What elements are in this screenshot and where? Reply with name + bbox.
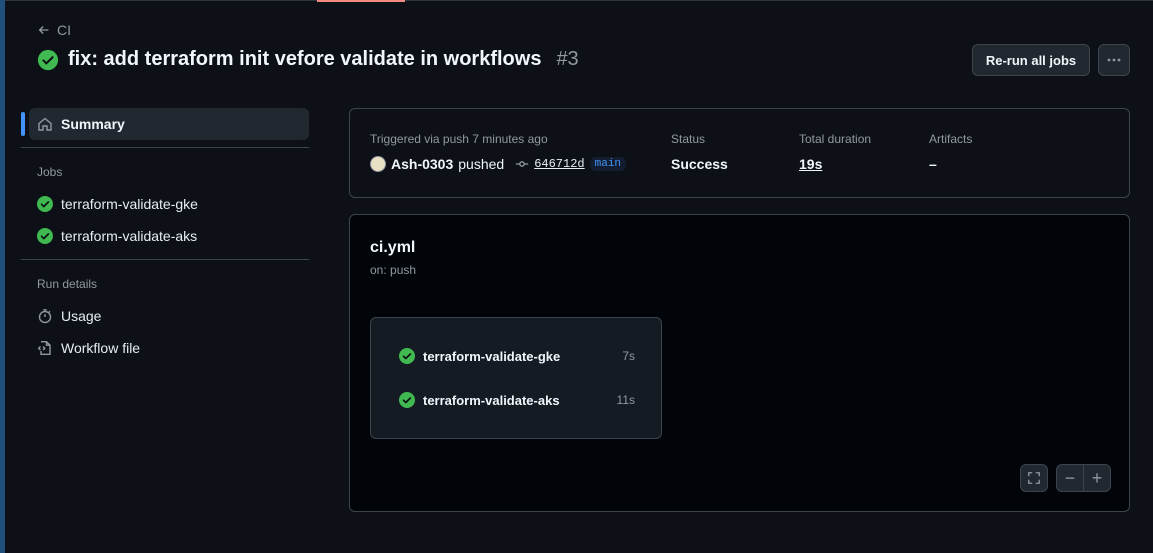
trigger-text: Triggered via push 7 minutes ago — [370, 132, 548, 146]
jobs-heading: Jobs — [37, 165, 63, 179]
sidebar-item-job[interactable]: terraform-validate-gke — [21, 188, 309, 220]
status-value: Success — [671, 156, 728, 172]
sidebar-item-label: terraform-validate-aks — [61, 228, 198, 244]
jobs-list: terraform-validate-gke terraform-validat… — [21, 188, 309, 252]
status-label: Status — [671, 132, 706, 146]
arrow-left-icon — [38, 26, 49, 34]
sidebar: Summary Jobs terraform-validate-gke terr… — [21, 108, 309, 364]
sidebar-item-workflow-file[interactable]: Workflow file — [21, 332, 309, 364]
run-title-row: fix: add terraform init vefore validate … — [37, 48, 579, 71]
sidebar-item-job[interactable]: terraform-validate-aks — [21, 220, 309, 252]
job-name: terraform-validate-gke — [423, 348, 561, 364]
run-details-list: Usage Workflow file — [21, 300, 309, 364]
sidebar-item-label: Summary — [61, 116, 125, 132]
run-summary-card: Triggered via push 7 minutes ago Ash-030… — [349, 108, 1130, 198]
back-link[interactable]: CI — [37, 22, 71, 38]
job-duration: 11s — [616, 393, 635, 407]
check-circle-icon — [37, 196, 53, 212]
avatar[interactable] — [370, 156, 386, 172]
file-code-icon — [37, 341, 51, 355]
sidebar-divider — [21, 259, 309, 260]
window-left-edge — [0, 0, 5, 553]
trigger-details: Ash-0303 pushed 646712d main — [370, 155, 627, 173]
stopwatch-icon — [38, 309, 52, 324]
graph-job-item[interactable]: terraform-validate-gke 7s — [399, 346, 635, 366]
rerun-all-jobs-button[interactable]: Re-run all jobs — [972, 44, 1090, 76]
more-options-button[interactable] — [1098, 44, 1130, 76]
status-column: Status Success — [671, 132, 728, 173]
home-icon — [38, 117, 52, 131]
check-circle-icon — [37, 228, 53, 244]
zoom-out-button[interactable]: − — [1057, 465, 1083, 491]
duration-value[interactable]: 19s — [799, 155, 871, 173]
top-border — [5, 0, 1153, 1]
duration-column: Total duration 19s — [799, 132, 871, 173]
active-indicator — [21, 112, 25, 136]
sidebar-item-summary[interactable]: Summary — [21, 108, 309, 140]
zoom-in-button[interactable]: + — [1084, 465, 1110, 491]
run-title: fix: add terraform init vefore validate … — [68, 48, 542, 70]
branch-label[interactable]: main — [589, 157, 627, 171]
fullscreen-icon — [1028, 472, 1040, 484]
zoom-controls: − + — [1056, 464, 1111, 492]
job-name: terraform-validate-aks — [423, 392, 560, 408]
duration-label: Total duration — [799, 132, 872, 146]
sidebar-divider — [21, 147, 309, 148]
check-circle-icon — [37, 49, 59, 70]
tab-accent — [317, 0, 405, 2]
trigger-column: Triggered via push 7 minutes ago Ash-030… — [370, 132, 627, 173]
artifacts-value: – — [929, 156, 937, 172]
workflow-graph-card: ci.yml on: push terraform-validate-gke 7… — [349, 214, 1130, 512]
git-commit-icon — [516, 161, 529, 167]
actor-link[interactable]: Ash-0303 — [391, 156, 453, 172]
artifacts-column: Artifacts – — [929, 132, 972, 173]
fullscreen-button[interactable] — [1020, 464, 1048, 492]
run-details-heading: Run details — [37, 277, 98, 291]
sidebar-item-usage[interactable]: Usage — [21, 300, 309, 332]
check-circle-icon — [399, 392, 415, 408]
sidebar-item-label: terraform-validate-gke — [61, 196, 198, 212]
artifacts-label: Artifacts — [929, 132, 973, 146]
check-circle-icon — [399, 348, 415, 364]
sidebar-item-label: Workflow file — [61, 340, 141, 356]
job-duration: 7s — [622, 349, 635, 363]
workflow-file-name: ci.yml — [370, 239, 416, 256]
graph-job-item[interactable]: terraform-validate-aks 11s — [399, 390, 635, 410]
kebab-horizontal-icon — [1107, 58, 1121, 62]
job-group-box: terraform-validate-gke 7s terraform-vali… — [370, 317, 662, 439]
commit-sha-link[interactable]: 646712d — [534, 157, 584, 171]
action-text: pushed — [458, 156, 505, 172]
workflow-trigger: on: push — [370, 263, 417, 277]
sidebar-item-label: Usage — [61, 308, 102, 324]
back-link-label: CI — [57, 22, 71, 38]
run-number: #3 — [556, 48, 579, 70]
